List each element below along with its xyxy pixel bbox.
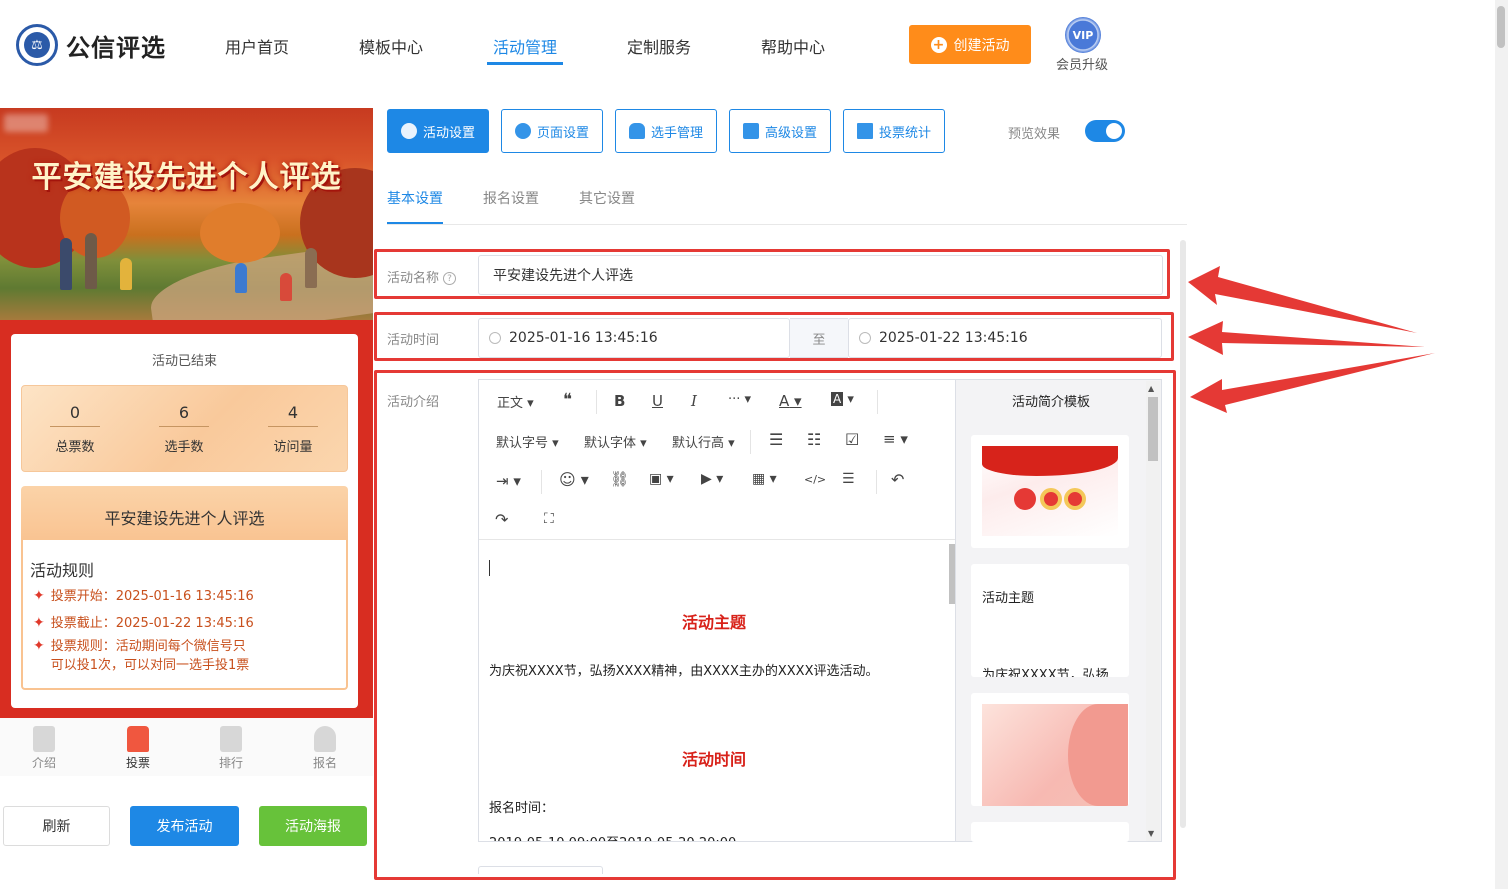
banner-person [85,233,97,289]
stats-panel [21,385,348,472]
rules-heading: 活动规则 [30,561,95,580]
mobile-nav-vote[interactable]: 投票 [113,722,163,771]
home-icon [127,726,149,752]
mobile-nav-intro[interactable]: 介绍 [19,722,69,771]
star-badge-icon [400,123,417,139]
nav-active-indicator [487,62,563,65]
publish-activity-button[interactable]: 发布活动 [130,806,239,846]
plus-icon: + [930,36,947,53]
rule-item: ✦ 投票截止：2025-01-22 13:45:16 [33,614,323,633]
banner-person [280,273,292,301]
stat-divider [268,426,318,427]
create-activity-button[interactable]: + 创建活动 [909,25,1031,64]
banner-title: 平安建设先进个人评选 [31,160,342,195]
subtab-basic[interactable]: 基本设置 [387,188,443,208]
annotation-arrows [1188,266,1435,413]
tab-vote-statistics[interactable]: 投票统计 [843,109,945,153]
nav-home[interactable]: 用户首页 [225,34,289,58]
highlight-box [374,312,1174,361]
stat-contestants: 6 [178,403,190,422]
highlight-box [374,249,1170,299]
highlight-box [374,370,1176,880]
mobile-nav-signup[interactable]: 报名 [300,722,350,771]
page-scrollbar[interactable] [1495,0,1508,889]
rule-item: ✦ 投票规则：活动期间每个微信号只可以投1次，可以对同一选手投1票 [33,637,323,675]
subtab-signup[interactable]: 报名设置 [483,188,539,208]
activity-name-preview: 平安建设先进个人评选 [104,509,265,528]
rule-text: 投票开始：2025-01-16 13:45:16 [50,589,254,604]
stat-divider [50,426,100,427]
subtab-other[interactable]: 其它设置 [579,188,635,208]
banner-image: 平安建设先进个人评选 [0,108,373,320]
rule-item: ✦ 投票开始：2025-01-16 13:45:16 [33,587,323,606]
nav-custom-service[interactable]: 定制服务 [627,34,691,58]
arrow-icon [1190,353,1435,413]
stat-label: 访问量 [273,440,313,455]
nav-help-center[interactable]: 帮助中心 [761,34,825,58]
stat-label: 总票数 [55,440,95,455]
activity-status: 活动已结束 [151,354,217,369]
tab-page-settings[interactable]: 页面设置 [501,109,603,153]
subtab-active-indicator [387,222,443,224]
tab-activity-settings[interactable]: 活动设置 [387,109,489,153]
sliders-icon [742,123,759,139]
bar-chart-icon [856,123,873,139]
stat-visits: 4 [287,403,299,422]
brand-name[interactable]: 公信评选 [66,28,166,63]
banner-person [305,248,317,288]
stat-divider [159,426,209,427]
gear-icon [514,123,531,139]
tab-contestant-management[interactable]: 选手管理 [615,109,717,153]
user-icon [314,726,336,752]
subtab-divider [387,224,1187,225]
rule-text: 投票规则：活动期间每个微信号只可以投1次，可以对同一选手投1票 [50,639,250,673]
star-icon: ✦ [33,638,45,654]
rule-text: 投票截止：2025-01-22 13:45:16 [50,616,254,631]
nav-templates[interactable]: 模板中心 [359,34,423,58]
page-scrollbar-thumb[interactable] [1497,6,1505,48]
star-icon: ✦ [33,615,45,631]
banner-person [235,263,247,293]
create-activity-label: 创建活动 [953,37,1010,54]
users-icon [628,123,645,139]
preview-toggle[interactable] [1085,120,1125,142]
star-icon: ✦ [33,588,45,604]
activity-poster-button[interactable]: 活动海报 [259,806,367,846]
nav-activity-management[interactable]: 活动管理 [493,34,557,58]
document-icon [33,726,55,752]
banner-person [120,258,132,290]
banner-person [60,238,72,290]
member-upgrade-link[interactable]: 会员升级 [1056,54,1108,73]
mobile-nav-ranking[interactable]: 排行 [206,722,256,771]
stat-total-votes: 0 [69,403,81,422]
crown-icon [220,726,242,752]
toggle-knob [1106,123,1122,139]
blurred-logo [4,114,48,132]
tab-advanced-settings[interactable]: 高级设置 [729,109,831,153]
refresh-button[interactable]: 刷新 [3,806,110,846]
stat-label: 选手数 [164,440,204,455]
preview-label: 预览效果 [1008,127,1061,142]
vip-icon[interactable]: VIP [1065,17,1101,53]
logo-icon[interactable]: ⚖ [16,24,58,66]
banner-tree [200,203,280,263]
